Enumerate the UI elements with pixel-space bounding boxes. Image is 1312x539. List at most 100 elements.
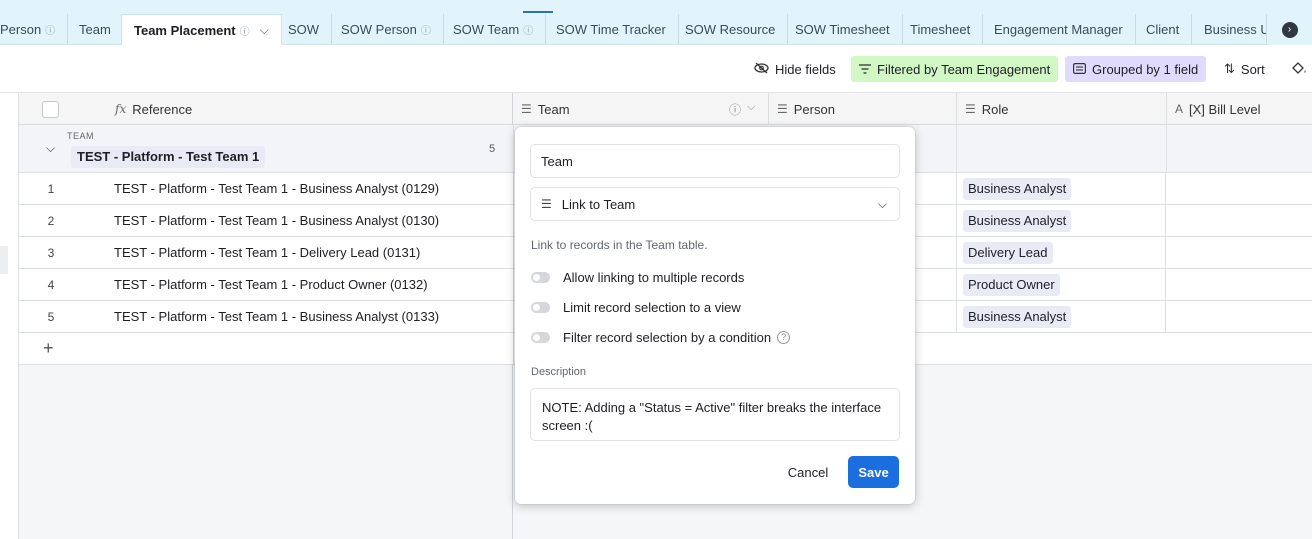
column-header-reference[interactable]: fx Reference (107, 93, 513, 125)
tab-team[interactable]: Team (67, 14, 124, 45)
role-chip: Business Analyst (963, 210, 1072, 232)
help-icon[interactable]: ? (777, 330, 791, 344)
role-cell[interactable]: Delivery Lead (956, 237, 1166, 269)
role-cell[interactable]: Business Analyst (956, 205, 1166, 237)
toggle-switch[interactable] (531, 301, 550, 313)
group-count: 5 (489, 143, 496, 155)
color-button[interactable] (1283, 56, 1312, 82)
sort-button[interactable]: ⇅ Sort (1216, 56, 1273, 82)
tab-label: Person (0, 22, 42, 37)
row-number: 2 (47, 214, 55, 228)
field-type-description: Link to records in the Team table. (531, 238, 708, 252)
option-allow-multiple[interactable]: Allow linking to multiple records (531, 267, 744, 287)
column-label: Team (537, 101, 570, 117)
row-number: 5 (47, 310, 55, 324)
tab-label: SOW Time Tracker (556, 22, 666, 37)
tab-client[interactable]: Client (1134, 14, 1193, 45)
more-tabs-button[interactable]: › (1266, 14, 1312, 45)
toggle-switch[interactable] (531, 271, 550, 283)
link-field-icon: ☰ (521, 102, 532, 116)
chevron-down-icon[interactable]: ⌵ (46, 141, 55, 156)
group-button[interactable]: Grouped by 1 field (1065, 56, 1207, 82)
tab-indicator-line (523, 11, 553, 13)
group-role-cell (956, 125, 1167, 173)
field-name-input[interactable] (530, 144, 900, 178)
group-label: Grouped by 1 field (1092, 61, 1199, 77)
tab-sow-person[interactable]: SOW Person ⓘ (329, 14, 444, 45)
row-number: 1 (47, 182, 55, 196)
field-editor-popover: ☰ Link to Team ⌵ Link to records in the … (515, 127, 915, 504)
info-icon: ⓘ (523, 26, 534, 37)
reference-cell[interactable]: TEST - Platform - Test Team 1 - Business… (114, 181, 439, 196)
tab-label: SOW Timesheet (795, 22, 890, 37)
formula-icon: fx (115, 102, 127, 116)
tab-label: SOW Resource (685, 22, 776, 37)
cancel-button[interactable]: Cancel (781, 456, 835, 488)
info-icon[interactable]: ⓘ (729, 101, 741, 118)
tab-label: Team (79, 22, 111, 37)
sort-icon: ⇅ (1224, 61, 1235, 76)
reference-cell[interactable]: TEST - Platform - Test Team 1 - Product … (114, 277, 428, 292)
plus-icon[interactable]: + (43, 338, 54, 359)
reference-cell[interactable]: TEST - Platform - Test Team 1 - Delivery… (114, 245, 420, 260)
column-divider (513, 269, 514, 301)
role-chip: Business Analyst (963, 306, 1072, 328)
toggle-switch[interactable] (531, 331, 550, 343)
reference-cell[interactable]: TEST - Platform - Test Team 1 - Business… (114, 213, 439, 228)
column-divider (513, 237, 514, 269)
filter-button[interactable]: Filtered by Team Engagement (851, 56, 1059, 82)
role-cell[interactable]: Business Analyst (956, 173, 1166, 205)
group-field-label: TEAM (67, 131, 95, 141)
role-cell[interactable]: Business Analyst (956, 301, 1166, 333)
reference-cell[interactable]: TEST - Platform - Test Team 1 - Business… (114, 309, 439, 324)
option-label: Filter record selection by a condition (563, 329, 772, 345)
column-divider (513, 173, 514, 205)
option-limit-to-view[interactable]: Limit record selection to a view (531, 297, 741, 317)
tab-sow-resource[interactable]: SOW Resource (673, 14, 789, 45)
role-cell[interactable]: Product Owner (956, 269, 1166, 301)
save-button[interactable]: Save (848, 456, 899, 488)
link-field-icon: ☰ (541, 197, 552, 211)
group-icon (1073, 62, 1087, 77)
tab-label: Team Placement (134, 22, 236, 38)
role-chip: Business Analyst (963, 178, 1072, 200)
filter-icon (859, 62, 871, 77)
column-header-role[interactable]: ☰ Role (957, 93, 1167, 125)
tab-sow[interactable]: SOW (276, 14, 333, 45)
table-tab-bar: Person ⓘ Team Team Placement ⓘ ⌵ SOW SOW Pe… (0, 0, 1312, 46)
tab-sow-time-tracker[interactable]: SOW Time Tracker (544, 14, 679, 45)
option-label: Allow linking to multiple records (563, 269, 745, 285)
view-toolbar: Hide fields Filtered by Team Engagement … (0, 45, 1312, 93)
chevron-down-icon[interactable]: ⌵ (747, 101, 755, 114)
column-header-team[interactable]: ☰ Team ⓘ ⌵ (513, 93, 769, 125)
column-label: Reference (132, 101, 193, 117)
info-icon: ⓘ (45, 26, 56, 37)
tab-timesheet[interactable]: Timesheet (898, 14, 984, 45)
column-header-person[interactable]: ☰ Person (769, 93, 957, 125)
grid-header: fx Reference ☰ Team ⓘ ⌵ ☰ Person ☰ Role … (19, 93, 1312, 125)
column-label: Role (981, 101, 1009, 117)
row-number: 4 (47, 278, 55, 292)
role-chip: Product Owner (963, 274, 1060, 296)
sidebar-handle[interactable] (0, 246, 8, 274)
option-filter-by-condition[interactable]: Filter record selection by a condition ? (531, 327, 791, 347)
chevron-down-icon: ⌵ (877, 197, 887, 211)
text-field-icon: A (1175, 102, 1184, 116)
tab-person[interactable]: Person ⓘ (0, 14, 69, 45)
chevron-right-icon: › (1281, 21, 1298, 38)
chevron-down-icon[interactable]: ⌵ (260, 23, 269, 38)
tab-sow-timesheet[interactable]: SOW Timesheet (783, 14, 903, 45)
hide-fields-button[interactable]: Hide fields (746, 56, 844, 82)
row-number: 3 (47, 246, 55, 260)
tab-sow-team[interactable]: SOW Team ⓘ (441, 14, 547, 45)
field-type-select[interactable]: ☰ Link to Team ⌵ (530, 187, 900, 221)
filter-label: Filtered by Team Engagement (877, 61, 1051, 77)
description-textarea[interactable]: NOTE: Adding a "Status = Active" filter … (530, 388, 900, 441)
column-label: Person (793, 101, 835, 117)
tab-team-placement[interactable]: Team Placement ⓘ ⌵ (121, 14, 282, 46)
select-all-checkbox[interactable] (42, 101, 59, 118)
tab-label: Client (1146, 22, 1180, 37)
column-header-bill-level[interactable]: A [X] Bill Level (1167, 93, 1312, 125)
tab-engagement-manager[interactable]: Engagement Manager (982, 14, 1136, 45)
column-label: [X] Bill Level (1189, 101, 1261, 117)
